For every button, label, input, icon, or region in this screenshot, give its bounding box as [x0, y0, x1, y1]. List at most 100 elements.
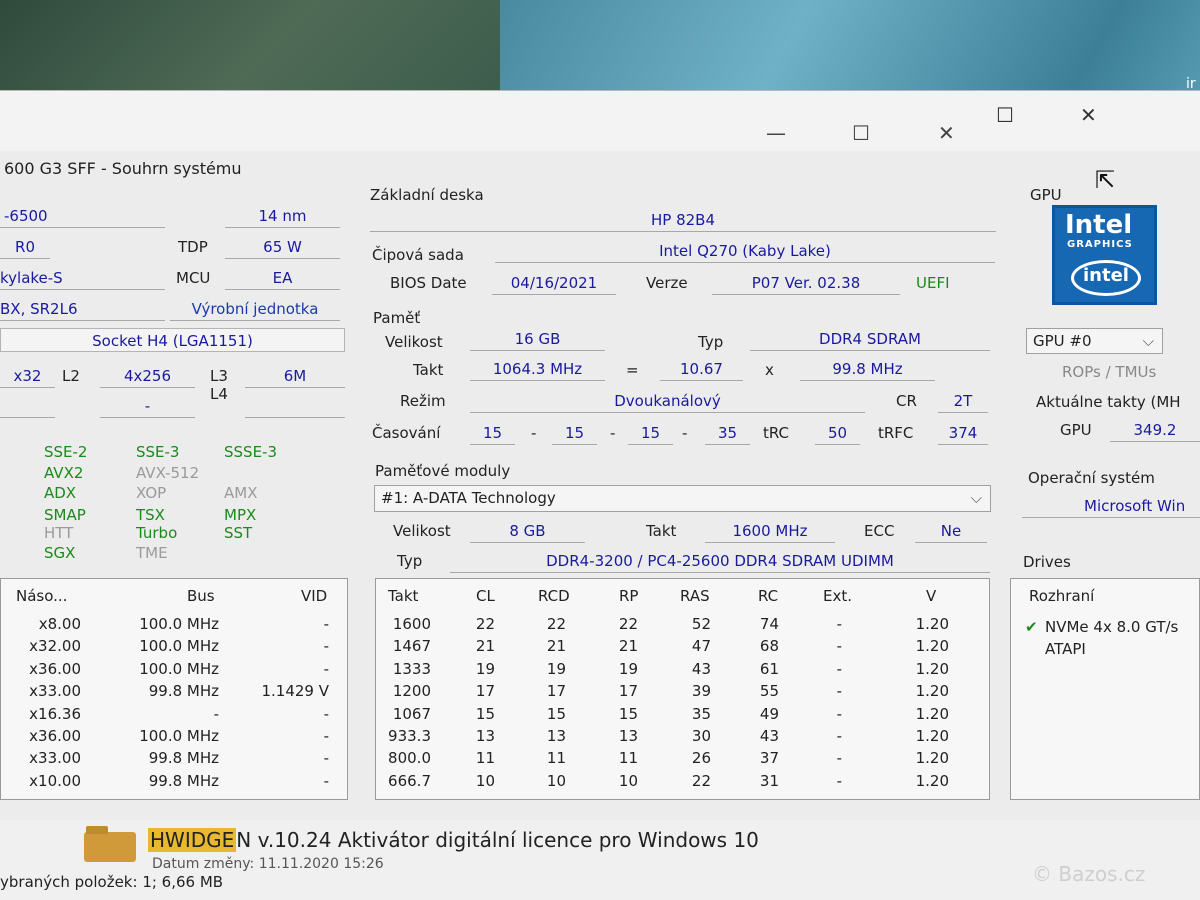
- drive-item[interactable]: NVMe 4x 8.0 GT/s: [1045, 615, 1178, 639]
- memory-module-select[interactable]: #1: A-DATA Technology ⌵: [374, 485, 991, 512]
- spd-cell: 13: [546, 727, 566, 745]
- timing-rp: 15: [628, 421, 673, 445]
- rops-tmus-label: ROPs / TMUs: [1062, 363, 1157, 381]
- spd-cell: 17: [546, 682, 566, 701]
- cpu-codename: kylake-S: [0, 266, 165, 290]
- timing-dash-1: -: [531, 424, 537, 442]
- clock-cell: x10.00: [29, 771, 81, 790]
- col-interface[interactable]: Rozhraní: [1029, 587, 1094, 605]
- cache-l1: x32: [0, 364, 55, 388]
- memory-trc: 50: [815, 421, 860, 445]
- feature-tsx: TSX: [136, 506, 165, 524]
- memory-clock-label: Takt: [413, 361, 444, 379]
- spd-col-rc[interactable]: RC: [758, 587, 778, 605]
- cache-l4: -: [100, 394, 195, 418]
- cpu-stepping: R0: [0, 235, 50, 259]
- spd-cell: 26: [691, 749, 711, 768]
- file-name[interactable]: HWIDGE N v.10.24 Aktivátor digitální lice…: [148, 828, 759, 852]
- intel-graphics-logo: Intel GRAPHICS intel: [1052, 205, 1157, 305]
- spd-cell: 1467: [392, 637, 431, 656]
- spd-cell: -: [836, 659, 842, 678]
- timing-rcd: 15: [552, 421, 597, 445]
- spd-cell: 39: [691, 682, 711, 701]
- os-value: Microsoft Win: [1022, 494, 1200, 518]
- col-bus[interactable]: Bus: [187, 587, 215, 605]
- spd-col-cl[interactable]: CL: [476, 587, 495, 605]
- motherboard-model: HP 82B4: [370, 208, 996, 232]
- spd-cell: 11: [618, 749, 638, 768]
- clock-cell: -: [323, 727, 329, 745]
- spd-col-ext[interactable]: Ext.: [823, 587, 852, 605]
- gpu-label: GPU: [1030, 186, 1062, 204]
- spd-cell: 11: [475, 749, 495, 768]
- spd-col-v[interactable]: V: [926, 587, 936, 605]
- logo-text: Intel: [1065, 210, 1133, 240]
- minimize-button[interactable]: —: [766, 121, 786, 145]
- gpu-select[interactable]: GPU #0 ⌵: [1026, 328, 1163, 354]
- spd-cell: 19: [618, 659, 638, 678]
- feature-sse-2: SSE-2: [44, 443, 88, 461]
- clock-cell: 100.0 MHz: [139, 727, 219, 745]
- spd-cell: 49: [759, 704, 779, 723]
- col-multiplier[interactable]: Náso...: [16, 587, 67, 605]
- feature-avx2: AVX2: [44, 464, 84, 482]
- spd-cell: 1600: [392, 615, 431, 633]
- cpu-clock-table: Náso... Bus VID x8.00 100.0 MHz - x32.00 100…: [0, 578, 348, 800]
- timing-cl: 15: [470, 421, 515, 445]
- feature-turbo: Turbo: [136, 524, 178, 542]
- spd-cell: 19: [475, 659, 495, 678]
- chevron-down-icon: ⌵: [970, 489, 982, 507]
- module-type: DDR4-3200 / PC4-25600 DDR4 SDRAM UDIMM: [450, 549, 990, 573]
- uefi-badge: UEFI: [916, 274, 950, 292]
- spd-cell: 1.20: [915, 659, 949, 678]
- clock-cell: x36.00: [29, 659, 81, 678]
- memory-trfc: 374: [938, 421, 988, 445]
- drive-item[interactable]: ATAPI: [1045, 637, 1086, 661]
- clock-cell: 100.0 MHz: [139, 659, 219, 678]
- spd-cell: -: [836, 749, 842, 768]
- spd-col-ras[interactable]: RAS: [680, 587, 710, 605]
- maximize-button[interactable]: ☐: [852, 121, 870, 145]
- memory-multiplier: 10.67: [660, 357, 743, 381]
- spd-cell: -: [836, 637, 842, 656]
- spd-cell: 1.20: [915, 637, 949, 656]
- cpu-process: 14 nm: [225, 204, 340, 228]
- spd-cell: 1067: [392, 704, 431, 723]
- memory-cr: 2T: [938, 389, 988, 413]
- ecc-label: ECC: [864, 522, 895, 540]
- spd-cell: 21: [618, 637, 638, 656]
- logo-sub: GRAPHICS: [1067, 239, 1133, 250]
- col-vid[interactable]: VID: [301, 587, 327, 605]
- cache-blank-2: [245, 394, 345, 418]
- spd-cell: 43: [759, 727, 779, 745]
- memory-size-label: Velikost: [385, 333, 443, 351]
- times-sign: x: [765, 361, 774, 379]
- feature-ssse-3: SSSE-3: [224, 443, 277, 461]
- close-button[interactable]: ✕: [938, 121, 955, 145]
- spd-col-rcd[interactable]: RCD: [538, 587, 570, 605]
- outer-close-button[interactable]: ✕: [1080, 105, 1097, 125]
- clock-cell: -: [323, 615, 329, 633]
- outer-maximize-button[interactable]: ☐: [996, 105, 1014, 125]
- l4-label: L4: [210, 385, 228, 403]
- mcu-label: MCU: [176, 269, 211, 287]
- module-size-label: Velikost: [393, 522, 451, 540]
- spd-cell: 22: [691, 771, 711, 790]
- feature-mpx: MPX: [224, 506, 257, 524]
- version-label: Verze: [646, 274, 688, 292]
- spd-cell: 1.20: [915, 704, 949, 723]
- memory-size: 16 GB: [470, 327, 605, 351]
- current-clocks-label: Aktuálne takty (MH: [1036, 393, 1181, 411]
- gpu-clock: 349.2: [1110, 418, 1200, 442]
- clock-cell: x33.00: [29, 749, 81, 768]
- spd-col-rp[interactable]: RP: [619, 587, 638, 605]
- memory-type: DDR4 SDRAM: [750, 327, 990, 351]
- feature-smap: SMAP: [44, 506, 86, 524]
- clock-cell: 100.0 MHz: [139, 637, 219, 656]
- drives-panel: Rozhraní ✔ NVMe 4x 8.0 GT/s ATAPI: [1010, 578, 1200, 800]
- cpu-socket: Socket H4 (LGA1151): [0, 328, 345, 352]
- production-unit-link[interactable]: Výrobní jednotka: [170, 297, 340, 321]
- spd-col-takt[interactable]: Takt: [388, 587, 418, 605]
- feature-adx: ADX: [44, 484, 77, 502]
- cache-l3: 6M: [245, 364, 345, 388]
